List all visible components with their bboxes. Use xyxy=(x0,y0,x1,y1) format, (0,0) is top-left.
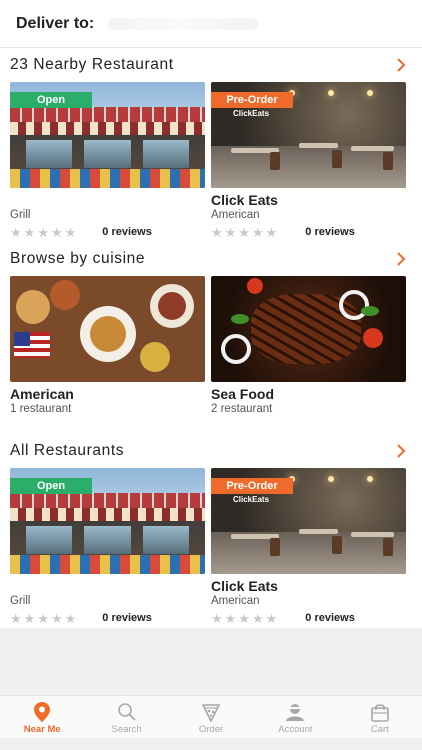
star-icon: ★ xyxy=(50,610,63,626)
cuisine-restaurant-count: 2 restaurant xyxy=(211,403,273,415)
cuisine-name: Sea Food xyxy=(211,386,275,402)
restaurant-cuisine: Grill xyxy=(10,209,31,221)
review-count: 0 reviews xyxy=(305,226,355,238)
tab-search[interactable]: Search xyxy=(84,696,168,738)
star-icon: ★ xyxy=(64,224,77,240)
star-icon: ★ xyxy=(23,224,36,240)
restaurant-cuisine: American xyxy=(211,209,260,221)
star-icon: ★ xyxy=(37,610,49,626)
restaurant-name: Click Eats xyxy=(211,578,278,594)
chevron-right-icon[interactable] xyxy=(390,440,412,462)
bottom-tab-bar: Near Me Search Order Account Cart xyxy=(0,695,422,738)
search-icon xyxy=(116,702,138,722)
tab-order[interactable]: Order xyxy=(169,696,253,738)
empty-list-area xyxy=(0,628,422,695)
star-icon: ★ xyxy=(37,224,49,240)
star-icon: ★ xyxy=(224,224,237,240)
location-pin-icon xyxy=(31,702,53,722)
tab-near-me[interactable]: Near Me xyxy=(0,696,84,738)
restaurant-card[interactable]: Open Grill ★ ★ ★ ★ ★ 0 reviews xyxy=(10,468,205,626)
star-icon: ★ xyxy=(10,224,22,240)
deliver-bar[interactable]: Deliver to: xyxy=(0,0,422,48)
restaurant-cuisine: American xyxy=(211,595,260,607)
deliver-label: Deliver to: xyxy=(16,14,95,32)
star-icon: ★ xyxy=(211,224,223,240)
cuisine-image[interactable] xyxy=(10,276,205,382)
all-restaurants-section-header: All Restaurants xyxy=(10,438,412,464)
cuisine-card-seafood[interactable]: Sea Food 2 restaurant xyxy=(211,276,406,415)
review-count: 0 reviews xyxy=(102,612,152,624)
restaurant-image[interactable]: Pre-Order ClickEats xyxy=(211,468,406,574)
rating-row: ★ ★ ★ ★ ★ 0 reviews xyxy=(211,224,406,240)
restaurant-image[interactable]: Pre-Order ClickEats xyxy=(211,82,406,188)
restaurant-name xyxy=(10,578,205,595)
star-icon: ★ xyxy=(50,224,63,240)
restaurant-card[interactable]: Pre-Order ClickEats Click Eats American … xyxy=(211,468,406,626)
star-icon: ★ xyxy=(224,610,237,626)
tab-account[interactable]: Account xyxy=(253,696,337,738)
star-icon: ★ xyxy=(211,610,223,626)
star-icon: ★ xyxy=(238,610,250,626)
star-icon: ★ xyxy=(251,224,264,240)
star-icon: ★ xyxy=(265,610,278,626)
restaurant-image[interactable]: Open xyxy=(10,82,205,188)
restaurant-image[interactable]: Open xyxy=(10,468,205,574)
rating-row: ★ ★ ★ ★ ★ 0 reviews xyxy=(10,224,205,240)
restaurant-cuisine: Grill xyxy=(10,595,31,607)
pre-order-badge: Pre-Order xyxy=(211,478,293,494)
restaurant-name: Click Eats xyxy=(211,192,278,208)
account-icon xyxy=(284,702,306,722)
review-count: 0 reviews xyxy=(305,612,355,624)
tab-label: Cart xyxy=(370,724,389,735)
cuisine-section-header: Browse by cuisine xyxy=(10,246,412,272)
star-rating: ★ ★ ★ ★ ★ xyxy=(10,612,76,625)
deliver-address-redacted[interactable] xyxy=(108,17,259,30)
rating-row: ★ ★ ★ ★ ★ 0 reviews xyxy=(211,610,406,626)
pizza-slice-icon xyxy=(200,702,222,722)
restaurant-card[interactable]: Open Grill ★ ★ ★ ★ ★ 0 reviews xyxy=(10,82,205,240)
open-badge: Open xyxy=(10,92,92,108)
open-badge: Open xyxy=(10,478,92,494)
nearby-section-title: 23 Nearby Restaurant xyxy=(10,56,174,73)
star-icon: ★ xyxy=(23,610,36,626)
pre-order-badge: Pre-Order xyxy=(211,92,293,108)
star-icon: ★ xyxy=(265,224,278,240)
tab-label: Order xyxy=(198,724,224,735)
star-icon: ★ xyxy=(10,610,22,626)
home-indicator-area xyxy=(0,738,422,750)
tab-label: Search xyxy=(111,724,142,735)
tab-label: Near Me xyxy=(23,724,61,735)
restaurant-name xyxy=(10,192,205,209)
all-restaurants-section-title: All Restaurants xyxy=(10,442,125,459)
star-icon: ★ xyxy=(238,224,250,240)
tab-cart[interactable]: Cart xyxy=(338,696,422,738)
rating-row: ★ ★ ★ ★ ★ 0 reviews xyxy=(10,610,205,626)
chevron-right-icon[interactable] xyxy=(390,248,412,270)
cuisine-section-title: Browse by cuisine xyxy=(10,250,146,267)
cuisine-image[interactable] xyxy=(211,276,406,382)
review-count: 0 reviews xyxy=(102,226,152,238)
nearby-section-header: 23 Nearby Restaurant xyxy=(10,52,412,78)
tab-label: Account xyxy=(278,724,313,735)
restaurant-card[interactable]: Pre-Order ClickEats Click Eats American … xyxy=(211,82,406,240)
star-rating: ★ ★ ★ ★ ★ xyxy=(211,612,277,625)
star-icon: ★ xyxy=(64,610,77,626)
shopping-bag-icon xyxy=(369,702,391,722)
click-eats-logo: ClickEats xyxy=(233,109,270,118)
click-eats-logo: ClickEats xyxy=(233,495,270,504)
chevron-right-icon[interactable] xyxy=(390,54,412,76)
star-rating: ★ ★ ★ ★ ★ xyxy=(10,226,76,239)
cuisine-card-american[interactable]: American 1 restaurant xyxy=(10,276,205,415)
star-rating: ★ ★ ★ ★ ★ xyxy=(211,226,277,239)
cuisine-restaurant-count: 1 restaurant xyxy=(10,403,72,415)
cuisine-name: American xyxy=(10,386,74,402)
star-icon: ★ xyxy=(251,610,264,626)
